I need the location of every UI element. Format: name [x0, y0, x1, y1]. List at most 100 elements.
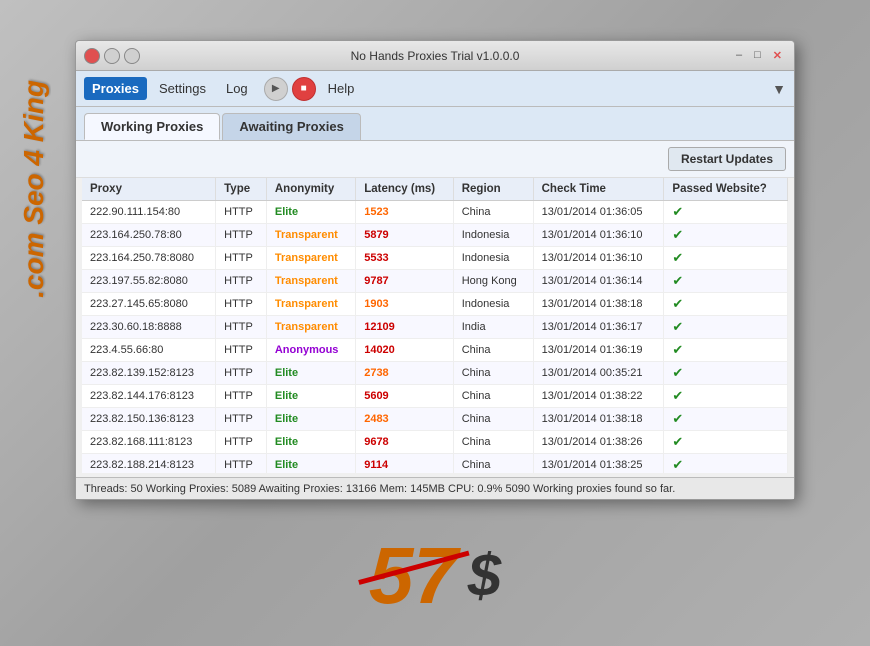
menu-help[interactable]: Help — [320, 77, 363, 100]
status-text: Threads: 50 Working Proxies: 5089 Awaiti… — [84, 483, 675, 495]
cell-check-time: 13/01/2014 01:38:18 — [533, 293, 664, 316]
cell-latency: 1523 — [356, 201, 454, 224]
cell-region: China — [453, 431, 533, 454]
cell-anonymity: Elite — [266, 362, 355, 385]
window-controls — [84, 48, 140, 64]
cell-latency: 9787 — [356, 270, 454, 293]
cell-region: China — [453, 362, 533, 385]
cell-type: HTTP — [216, 339, 267, 362]
col-type: Type — [216, 178, 267, 201]
cell-type: HTTP — [216, 270, 267, 293]
cell-proxy: 223.30.60.18:8888 — [82, 316, 216, 339]
application-window: No Hands Proxies Trial v1.0.0.0 – □ ✕ Pr… — [75, 40, 795, 500]
cell-passed: ✔ — [664, 316, 788, 339]
cell-passed: ✔ — [664, 385, 788, 408]
tabs-bar: Working Proxies Awaiting Proxies — [76, 107, 794, 141]
table-header-row: Proxy Type Anonymity Latency (ms) Region… — [82, 178, 788, 201]
minimize-button[interactable] — [104, 48, 120, 64]
cell-passed: ✔ — [664, 454, 788, 474]
cell-passed: ✔ — [664, 408, 788, 431]
cell-region: China — [453, 454, 533, 474]
cell-latency: 5533 — [356, 247, 454, 270]
cell-passed: ✔ — [664, 362, 788, 385]
cell-region: China — [453, 385, 533, 408]
title-restore-icon[interactable]: □ — [750, 49, 765, 62]
table-row: 223.82.150.136:8123HTTPElite2483China13/… — [82, 408, 788, 431]
cell-proxy: 223.197.55.82:8080 — [82, 270, 216, 293]
toolbar: Restart Updates — [76, 141, 794, 178]
table-row: 223.164.250.78:8080HTTPTransparent5533In… — [82, 247, 788, 270]
table-row: 223.82.168.111:8123HTTPElite9678China13/… — [82, 431, 788, 454]
currency-symbol: $ — [468, 546, 501, 606]
cell-check-time: 13/01/2014 01:36:17 — [533, 316, 664, 339]
menu-log[interactable]: Log — [218, 77, 256, 100]
cell-type: HTTP — [216, 408, 267, 431]
cell-type: HTTP — [216, 362, 267, 385]
cell-passed: ✔ — [664, 247, 788, 270]
menu-settings[interactable]: Settings — [151, 77, 214, 100]
cell-anonymity: Transparent — [266, 270, 355, 293]
table-row: 223.197.55.82:8080HTTPTransparent9787Hon… — [82, 270, 788, 293]
table-row: 223.30.60.18:8888HTTPTransparent12109Ind… — [82, 316, 788, 339]
cell-proxy: 223.27.145.65:8080 — [82, 293, 216, 316]
cell-region: Indonesia — [453, 224, 533, 247]
cell-type: HTTP — [216, 385, 267, 408]
table-row: 223.164.250.78:80HTTPTransparent5879Indo… — [82, 224, 788, 247]
table-row: 223.4.55.66:80HTTPAnonymous14020China13/… — [82, 339, 788, 362]
col-passed: Passed Website? — [664, 178, 788, 201]
cell-region: India — [453, 316, 533, 339]
title-minimize-icon[interactable]: – — [732, 49, 746, 62]
cell-proxy: 223.164.250.78:8080 — [82, 247, 216, 270]
cell-check-time: 13/01/2014 01:36:10 — [533, 224, 664, 247]
menu-arrow-icon[interactable]: ▼ — [772, 81, 786, 97]
cell-proxy: 223.82.188.214:8123 — [82, 454, 216, 474]
title-close-icon[interactable]: ✕ — [769, 49, 786, 62]
cell-type: HTTP — [216, 201, 267, 224]
table-row: 222.90.111.154:80HTTPElite1523China13/01… — [82, 201, 788, 224]
cell-type: HTTP — [216, 454, 267, 474]
title-bar: No Hands Proxies Trial v1.0.0.0 – □ ✕ — [76, 41, 794, 71]
col-check-time: Check Time — [533, 178, 664, 201]
cell-region: Indonesia — [453, 247, 533, 270]
cell-latency: 2738 — [356, 362, 454, 385]
cell-proxy: 223.82.139.152:8123 — [82, 362, 216, 385]
cell-latency: 5879 — [356, 224, 454, 247]
watermark-com: .com — [18, 232, 49, 297]
cell-anonymity: Transparent — [266, 316, 355, 339]
cell-anonymity: Elite — [266, 431, 355, 454]
tab-awaiting-proxies[interactable]: Awaiting Proxies — [222, 113, 361, 140]
cell-proxy: 223.82.150.136:8123 — [82, 408, 216, 431]
close-button[interactable] — [84, 48, 100, 64]
cell-anonymity: Transparent — [266, 247, 355, 270]
tab-working-proxies[interactable]: Working Proxies — [84, 113, 220, 140]
cell-anonymity: Transparent — [266, 293, 355, 316]
cell-latency: 1903 — [356, 293, 454, 316]
cell-region: China — [453, 408, 533, 431]
cell-latency: 12109 — [356, 316, 454, 339]
price-strikethrough: 57 — [369, 536, 458, 616]
table-row: 223.27.145.65:8080HTTPTransparent1903Ind… — [82, 293, 788, 316]
cell-proxy: 223.164.250.78:80 — [82, 224, 216, 247]
cell-proxy: 223.82.144.176:8123 — [82, 385, 216, 408]
menu-proxies[interactable]: Proxies — [84, 77, 147, 100]
play-button[interactable]: ▶ — [264, 77, 288, 101]
title-bar-right: – □ ✕ — [732, 49, 786, 62]
cell-proxy: 223.4.55.66:80 — [82, 339, 216, 362]
cell-passed: ✔ — [664, 201, 788, 224]
cell-region: Hong Kong — [453, 270, 533, 293]
cell-anonymity: Elite — [266, 385, 355, 408]
status-bar: Threads: 50 Working Proxies: 5089 Awaiti… — [76, 477, 794, 499]
cell-type: HTTP — [216, 316, 267, 339]
cell-type: HTTP — [216, 431, 267, 454]
restart-updates-button[interactable]: Restart Updates — [668, 147, 786, 171]
cell-latency: 9678 — [356, 431, 454, 454]
proxy-table-container[interactable]: Proxy Type Anonymity Latency (ms) Region… — [82, 178, 788, 473]
window-title: No Hands Proxies Trial v1.0.0.0 — [351, 49, 520, 63]
table-body: 222.90.111.154:80HTTPElite1523China13/01… — [82, 201, 788, 474]
cell-passed: ✔ — [664, 293, 788, 316]
menu-bar: Proxies Settings Log ▶ ■ Help ▼ — [76, 71, 794, 107]
maximize-button[interactable] — [124, 48, 140, 64]
stop-button[interactable]: ■ — [292, 77, 316, 101]
table-row: 223.82.139.152:8123HTTPElite2738China13/… — [82, 362, 788, 385]
cell-proxy: 222.90.111.154:80 — [82, 201, 216, 224]
